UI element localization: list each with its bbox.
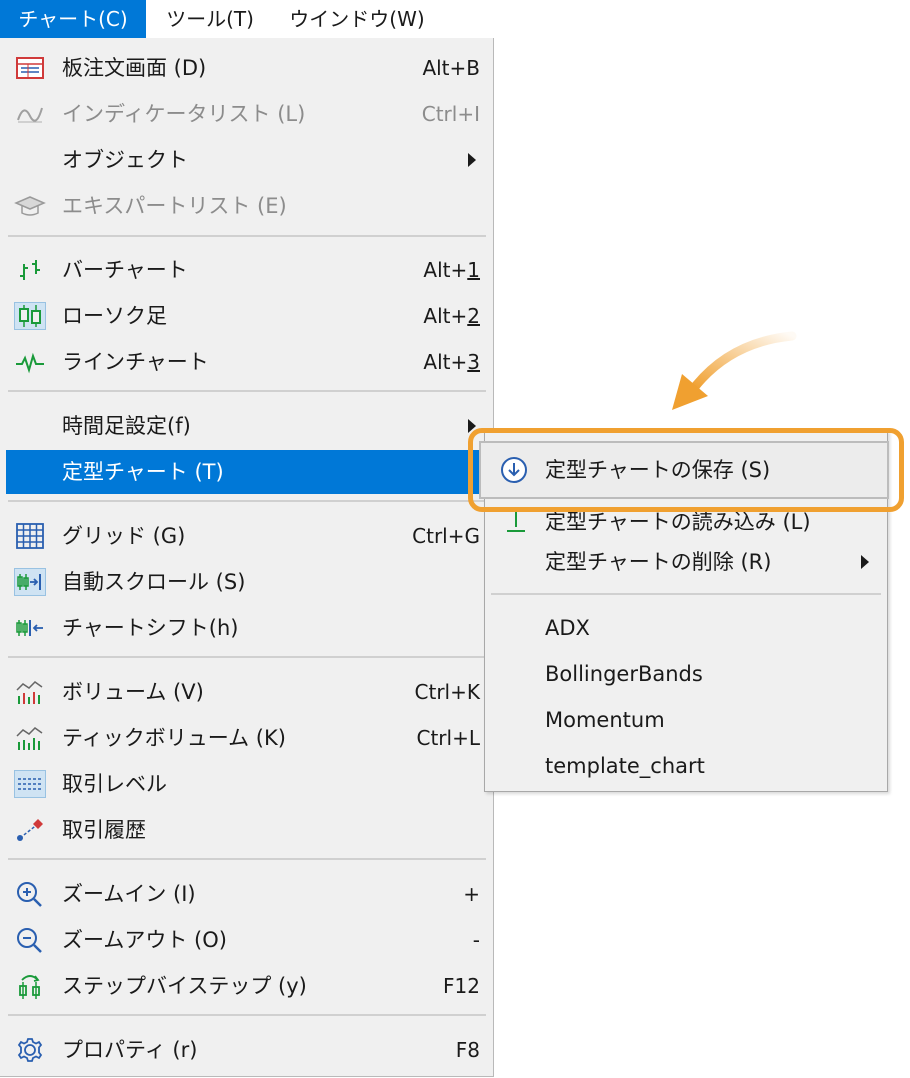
menu-item-indicator-list[interactable]: インディケータリスト (L) Ctrl+I [6, 92, 486, 136]
menu-item-label: BollingerBands [545, 662, 703, 686]
shortcut: Alt+1 [423, 258, 480, 282]
menu-item-label: ラインチャート [62, 350, 209, 374]
menu-item-label: template_chart [545, 754, 705, 778]
menubar-item-chart[interactable]: チャート(C) [0, 0, 146, 38]
menu-item-label: ADX [545, 616, 590, 640]
bar-chart-icon [14, 256, 46, 284]
menu-separator [8, 500, 486, 502]
shortcut: F12 [443, 974, 480, 998]
shortcut: + [463, 882, 480, 906]
menu-item-bar-chart[interactable]: バーチャート Alt+1 [6, 248, 486, 292]
menu-item-label: 定型チャートの削除 (R) [545, 550, 772, 574]
menu-item-label: ボリューム (V) [62, 680, 204, 704]
menu-item-label: 取引履歴 [62, 818, 146, 842]
auto-scroll-icon [14, 568, 46, 596]
shortcut: Ctrl+I [421, 102, 480, 126]
menu-item-label: 取引レベル [62, 772, 167, 796]
submenu-item-template[interactable]: BollingerBands [485, 651, 887, 697]
submenu-item-template[interactable]: template_chart [485, 743, 887, 789]
menu-item-label: プロパティ (r) [62, 1038, 198, 1062]
menu-item-properties[interactable]: プロパティ (r) F8 [6, 1028, 486, 1072]
menu-separator [8, 390, 486, 392]
shortcut: - [472, 928, 480, 952]
submenu-item-delete-template[interactable]: 定型チャートの削除 (R) [485, 539, 887, 585]
menu-item-label: バーチャート [62, 258, 188, 282]
menu-item-candlestick[interactable]: ローソク足 Alt+2 [6, 294, 486, 338]
shortcut: F8 [455, 1038, 480, 1062]
menu-item-auto-scroll[interactable]: 自動スクロール (S) [6, 560, 486, 604]
menu-item-expert-list[interactable]: エキスパートリスト (E) [6, 184, 486, 228]
menu-item-label: 定型チャート (T) [62, 460, 224, 484]
shortcut: Ctrl+G [412, 524, 480, 548]
menu-separator [491, 593, 881, 595]
submenu-arrow-icon [468, 153, 476, 167]
menu-item-chart-shift[interactable]: チャートシフト(h) [6, 606, 486, 650]
callout-arrow-icon [672, 331, 797, 410]
menubar: チャート(C) ツール(T) ウインドウ(W) [0, 0, 494, 39]
menubar-item-window[interactable]: ウインドウ(W) [282, 0, 432, 38]
menu-item-label: エキスパートリスト (E) [62, 194, 287, 218]
submenu-item-template[interactable]: ADX [485, 605, 887, 651]
menu-item-zoom-in[interactable]: ズームイン (I) + [6, 872, 486, 916]
trade-history-icon [14, 816, 46, 844]
menu-item-label: ズームアウト (O) [62, 928, 227, 952]
menu-item-trade-levels[interactable]: 取引レベル [6, 762, 486, 806]
menu-separator [8, 235, 486, 237]
menu-item-label: 時間足設定(f) [62, 414, 191, 438]
menu-item-label: ズームイン (I) [62, 882, 196, 906]
order-book-icon [14, 54, 46, 82]
callout-highlight [468, 428, 904, 512]
menu-separator [8, 858, 486, 860]
menu-item-zoom-out[interactable]: ズームアウト (O) - [6, 918, 486, 962]
menu-item-order-book[interactable]: 板注文画面 (D) Alt+B [6, 46, 486, 90]
expert-hat-icon [14, 192, 46, 220]
menu-item-label: チャートシフト(h) [62, 616, 239, 640]
chart-shift-icon [14, 614, 46, 642]
menu-item-objects[interactable]: オブジェクト [6, 138, 486, 182]
grid-icon [14, 522, 46, 550]
menu-item-line-chart[interactable]: ラインチャート Alt+3 [6, 340, 486, 384]
menu-item-tick-volume[interactable]: ティックボリューム (K) Ctrl+L [6, 716, 486, 760]
candlestick-icon [14, 302, 46, 330]
zoom-out-icon [14, 926, 46, 954]
menu-item-template[interactable]: 定型チャート (T) [6, 450, 486, 494]
menu-item-label: 板注文画面 (D) [62, 56, 207, 80]
menu-item-volume[interactable]: ボリューム (V) Ctrl+K [6, 670, 486, 714]
menu-item-label: ティックボリューム (K) [62, 726, 286, 750]
menu-item-label: 自動スクロール (S) [62, 570, 246, 594]
shortcut: Alt+3 [423, 350, 480, 374]
menu-item-label: Momentum [545, 708, 665, 732]
menubar-item-tools[interactable]: ツール(T) [150, 0, 270, 38]
menu-separator [8, 656, 486, 658]
line-chart-icon [14, 348, 46, 376]
submenu-item-template[interactable]: Momentum [485, 697, 887, 743]
shortcut: Ctrl+K [414, 680, 480, 704]
menu-item-label: ステップバイステップ (y) [62, 974, 307, 998]
menu-item-timeframe[interactable]: 時間足設定(f) [6, 404, 486, 448]
tick-volume-icon [14, 724, 46, 752]
shortcut: Alt+2 [423, 304, 480, 328]
menu-item-grid[interactable]: グリッド (G) Ctrl+G [6, 514, 486, 558]
menu-separator [8, 1014, 486, 1016]
shortcut: Alt+B [422, 56, 480, 80]
menu-item-trade-history[interactable]: 取引履歴 [6, 808, 486, 852]
indicator-icon [14, 100, 46, 128]
zoom-in-icon [14, 880, 46, 908]
shortcut: Ctrl+L [416, 726, 481, 750]
menu-item-label: ローソク足 [62, 304, 167, 328]
submenu-arrow-icon [861, 555, 869, 569]
menu-item-label: オブジェクト [62, 148, 188, 172]
volume-icon [14, 678, 46, 706]
chart-menu: 板注文画面 (D) Alt+B インディケータリスト (L) Ctrl+I オブ… [0, 38, 494, 1077]
step-icon [14, 972, 46, 1000]
menu-item-label: グリッド (G) [62, 524, 186, 548]
menu-item-step-by-step[interactable]: ステップバイステップ (y) F12 [6, 964, 486, 1008]
gear-icon [14, 1036, 46, 1064]
menu-item-label: インディケータリスト (L) [62, 102, 306, 126]
trade-levels-icon [14, 770, 46, 798]
